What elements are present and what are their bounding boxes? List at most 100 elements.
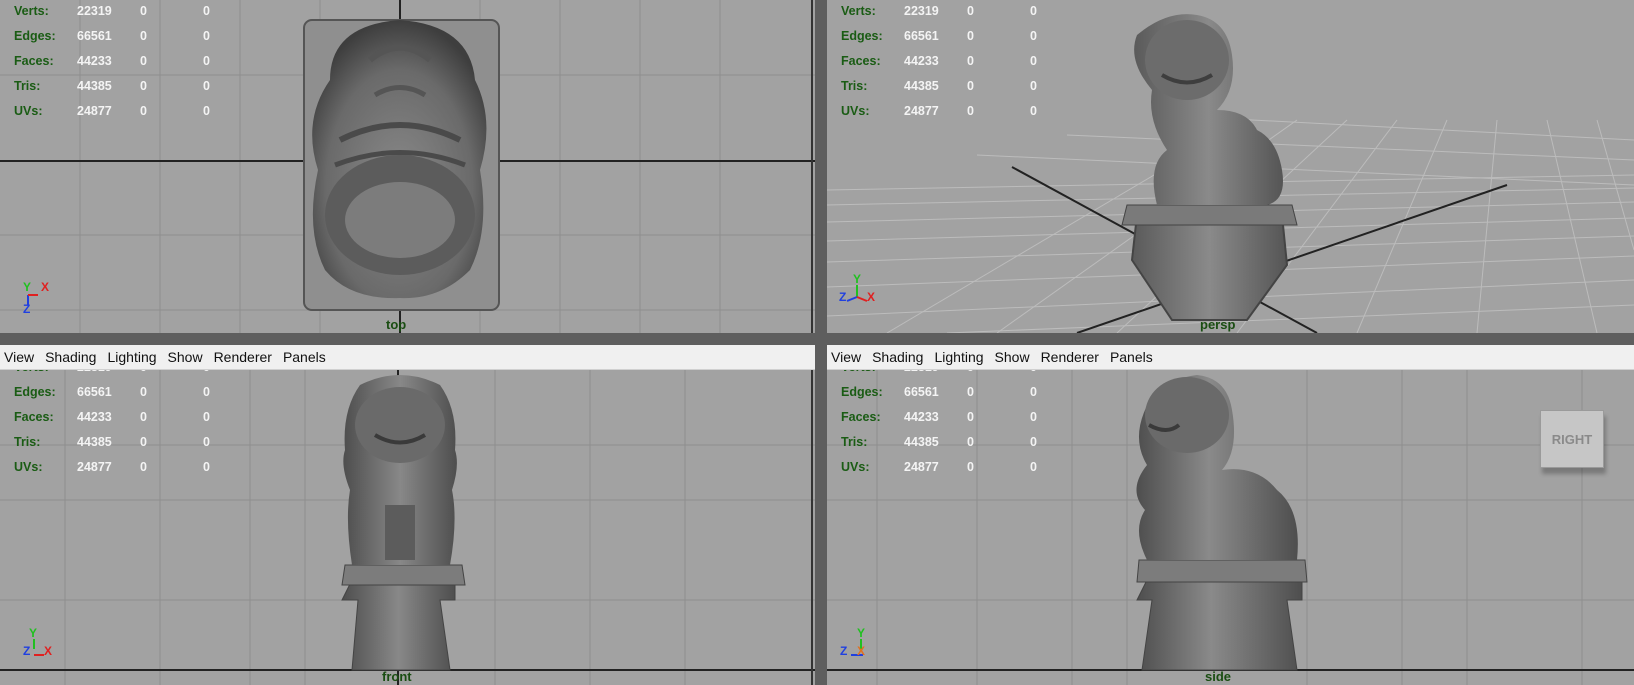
axis-gizmo-persp: Y Z X [839, 272, 875, 304]
menu-show[interactable]: Show [168, 349, 203, 365]
hud-value: 44233 [77, 410, 112, 424]
hud-label: Verts: [841, 370, 876, 376]
viewport-persp[interactable]: Verts: 22319 0 0 Edges: 66561 0 0 Faces: 44233 0… [827, 0, 1634, 333]
viewport-front[interactable]: Verts: 22319 0 0 Edges: 66561 0 0 Faces: 44233 0… [0, 370, 815, 685]
hud-label: Verts: [14, 4, 49, 18]
menu-lighting[interactable]: Lighting [934, 349, 983, 365]
hud-value: 0 [1030, 460, 1037, 474]
hud-value: 0 [1030, 79, 1037, 93]
hud-label: Tris: [14, 435, 41, 449]
axis-z-label: Z [23, 302, 30, 315]
lion-statue-model-persp[interactable] [827, 0, 1634, 333]
lion-statue-model-side[interactable] [827, 370, 1634, 685]
panel-menubar-side: View Shading Lighting Show Renderer Pane… [827, 345, 1634, 370]
hud-value: 0 [203, 460, 210, 474]
hud-value: 0 [967, 370, 974, 376]
hud-value: 0 [967, 29, 974, 43]
hud-value: 44385 [77, 435, 112, 449]
lion-statue-model-front[interactable] [0, 370, 815, 685]
menu-renderer[interactable]: Renderer [214, 349, 272, 365]
hud-value: 0 [967, 104, 974, 118]
hud-value: 66561 [904, 385, 939, 399]
hud-label: Faces: [14, 54, 54, 68]
axis-gizmo-side: Y Z X [840, 626, 865, 658]
hud-value: 24877 [904, 104, 939, 118]
hud-label: UVs: [14, 104, 43, 118]
hud-value: 0 [203, 435, 210, 449]
hud-value: 0 [203, 385, 210, 399]
menu-shading[interactable]: Shading [872, 349, 923, 365]
panel-menubar-front: View Shading Lighting Show Renderer Pane… [0, 345, 815, 370]
hud-value: 0 [203, 410, 210, 424]
hud-value: 0 [1030, 435, 1037, 449]
hud-value: 0 [140, 370, 147, 376]
hud-label: Faces: [841, 410, 881, 424]
hud-value: 0 [140, 29, 147, 43]
menu-lighting[interactable]: Lighting [107, 349, 156, 365]
axis-z-label: Z [23, 644, 30, 658]
camera-label-top: top [386, 317, 407, 332]
hud-label: UVs: [841, 460, 870, 474]
menu-panels[interactable]: Panels [283, 349, 326, 365]
viewport-panel-side[interactable]: View Shading Lighting Show Renderer Pane… [827, 345, 1634, 685]
viewport-panel-persp[interactable]: Verts: 22319 0 0 Edges: 66561 0 0 Faces: 44233 0… [827, 0, 1634, 333]
menu-view[interactable]: View [4, 349, 34, 365]
hud-value: 0 [140, 4, 147, 18]
menu-panels[interactable]: Panels [1110, 349, 1153, 365]
hud-label: Verts: [14, 370, 49, 376]
axis-x-label: X [867, 290, 875, 304]
menu-show[interactable]: Show [995, 349, 1030, 365]
hud-value: 0 [1030, 4, 1037, 18]
hud-label: UVs: [14, 460, 43, 474]
hud-value: 0 [1030, 104, 1037, 118]
camera-label-persp: persp [1200, 317, 1236, 332]
axis-y-label: Y [29, 626, 37, 640]
axis-gizmo-top: Y X Z [23, 280, 49, 315]
hud-value: 22319 [77, 4, 112, 18]
menu-renderer[interactable]: Renderer [1041, 349, 1099, 365]
hud-label: Edges: [14, 385, 56, 399]
hud-value: 0 [203, 29, 210, 43]
hud-value: 0 [1030, 370, 1037, 376]
hud-value: 44233 [904, 410, 939, 424]
hud-value: 0 [203, 79, 210, 93]
hud-value: 0 [967, 385, 974, 399]
hud-value: 0 [1030, 29, 1037, 43]
viewport-top[interactable]: Verts: 22319 0 0 Edges: 66561 0 0 Faces: 44233 0… [0, 0, 815, 333]
hud-value: 0 [967, 435, 974, 449]
viewport-side[interactable]: Verts: 22319 0 0 Edges: 66561 0 0 Faces: 44233 0… [827, 370, 1634, 685]
hud-value: 44385 [77, 79, 112, 93]
camera-label-side: side [1205, 669, 1232, 684]
hud-value: 44385 [904, 79, 939, 93]
hud-value: 0 [203, 104, 210, 118]
axis-z-label: Z [840, 644, 847, 658]
hud-value: 0 [1030, 385, 1037, 399]
menu-shading[interactable]: Shading [45, 349, 96, 365]
hud-value: 0 [967, 79, 974, 93]
menu-view[interactable]: View [831, 349, 861, 365]
hud-value: 66561 [77, 29, 112, 43]
axis-z-label: Z [839, 290, 846, 304]
lion-statue-model-top[interactable] [0, 0, 815, 333]
hud-value: 0 [140, 104, 147, 118]
hud-value: 44385 [904, 435, 939, 449]
hud-value: 0 [1030, 410, 1037, 424]
viewport-panel-front[interactable]: View Shading Lighting Show Renderer Pane… [0, 345, 815, 685]
viewport-panel-top[interactable]: Verts: 22319 0 0 Edges: 66561 0 0 Faces: 44233 0… [0, 0, 815, 333]
hud-label: Tris: [841, 435, 868, 449]
hud-value: 0 [140, 54, 147, 68]
hud-value: 24877 [77, 460, 112, 474]
hud-value: 0 [140, 435, 147, 449]
camera-label-front: front [382, 669, 412, 684]
axis-y-label: Y [23, 280, 31, 294]
hud-label: Edges: [841, 385, 883, 399]
hud-value: 0 [140, 385, 147, 399]
hud-label: Faces: [841, 54, 881, 68]
axis-gizmo-front: Y Z X [23, 626, 52, 658]
hud-value: 0 [140, 410, 147, 424]
hud-value: 0 [203, 54, 210, 68]
axis-y-label: Y [857, 626, 865, 640]
view-cube[interactable]: RIGHT [1540, 410, 1604, 468]
hud-label: UVs: [841, 104, 870, 118]
axis-x-label: X [41, 280, 49, 294]
